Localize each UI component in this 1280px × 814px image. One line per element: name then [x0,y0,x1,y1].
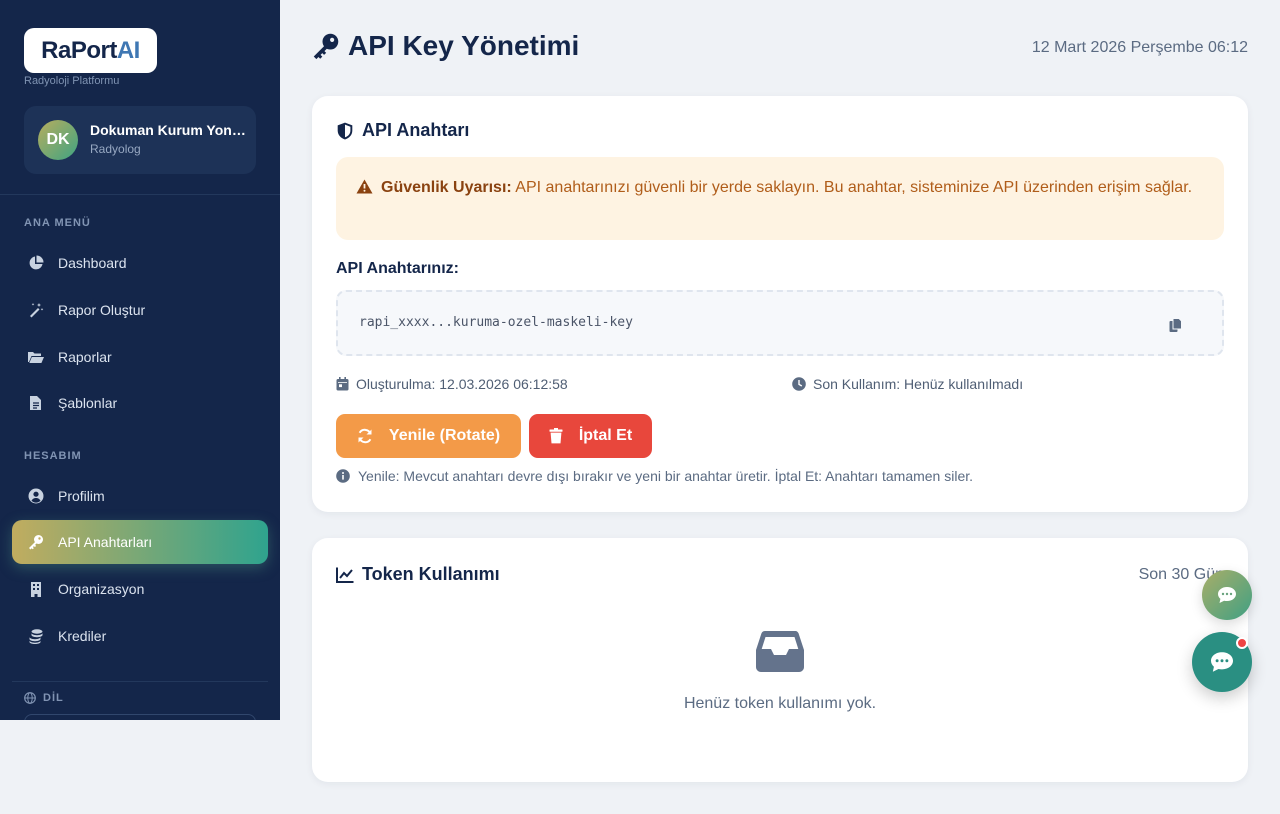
created-text: Oluşturulma: 12.03.2026 06:12:58 [356,376,568,392]
card-title-text: API Anahtarı [362,120,470,140]
sidebar-item-templates[interactable]: Şablonlar [12,381,268,425]
magic-wand-icon [26,300,46,320]
sidebar-divider [12,681,268,682]
user-card[interactable]: DK Dokuman Kurum Yonetici Radyolog [24,106,256,174]
api-key-value: rapi_xxxx...kuruma-ozel-maskeli-key [359,315,633,330]
folder-open-icon [26,347,46,367]
card-title: Token Kullanımı [336,564,500,585]
security-alert: Güvenlik Uyarısı: API anahtarınızı güven… [336,157,1224,240]
user-role: Radyolog [90,142,141,156]
logo-accent-text: AI [116,36,141,64]
logo-text: RaPort [41,36,117,64]
user-circle-icon [26,486,46,506]
calendar-icon [336,377,349,391]
refresh-icon [357,428,373,444]
logo-subtitle: Radyoloji Platformu [24,75,120,87]
section-main-menu: ANA MENÜ [24,217,91,229]
page-title: API Key Yönetimi [312,30,579,62]
sidebar-item-credits[interactable]: Krediler [12,614,268,658]
key-icon [26,532,46,552]
sidebar: RaPort AI Radyoloji Platformu DK Dokuman … [0,0,280,720]
chat-bubble-icon [1209,651,1235,673]
language-section: DİL [24,692,64,704]
sidebar-item-label: Krediler [58,628,107,644]
file-alt-icon [26,393,46,413]
app-logo[interactable]: RaPort AI [24,28,157,73]
notification-badge [1236,637,1248,649]
shield-icon [336,122,354,140]
current-date: 12 Mart 2026 Perşembe 06:12 [1031,39,1248,56]
key-icon [312,32,340,60]
chat-button[interactable] [1192,632,1252,692]
sidebar-item-reports[interactable]: Raporlar [12,335,268,379]
sidebar-item-label: API Anahtarları [58,534,153,550]
sidebar-item-label: Raporlar [58,349,112,365]
api-key-field[interactable]: rapi_xxxx...kuruma-ozel-maskeli-key [336,290,1224,356]
inbox-icon [756,630,804,677]
sidebar-item-profile[interactable]: Profilim [12,474,268,518]
hint-text: Yenile: Mevcut anahtarı devre dışı bırak… [358,468,974,484]
empty-state-text: Henüz token kullanımı yok. [683,695,877,712]
key-label: API Anahtarınız: [336,260,459,277]
copy-icon[interactable] [1169,318,1182,338]
comment-dots-icon [1217,586,1237,604]
created-info: Oluşturulma: 12.03.2026 06:12:58 [336,376,568,392]
sidebar-item-dashboard[interactable]: Dashboard [12,241,268,285]
globe-icon [24,692,36,704]
revoke-key-button[interactable]: İptal Et [529,414,652,458]
warning-icon [356,177,373,203]
sidebar-divider [0,194,280,195]
last-used-text: Son Kullanım: Henüz kullanılmadı [813,376,1024,392]
last-used-info: Son Kullanım: Henüz kullanılmadı [792,376,1023,392]
card-title-text: Token Kullanımı [362,564,500,584]
building-icon [26,579,46,599]
token-usage-card: Token Kullanımı Son 30 Gün Henüz token k… [312,538,1248,782]
trash-icon [549,428,563,444]
info-icon [336,469,350,483]
page-title-text: API Key Yönetimi [348,30,580,61]
alert-text: API anahtarınızı güvenli bir yerde sakla… [515,179,1193,196]
feedback-button[interactable] [1202,570,1252,620]
rotate-label: Yenile (Rotate) [388,427,501,444]
sidebar-item-api-keys[interactable]: API Anahtarları [12,520,268,564]
sidebar-item-label: Dashboard [58,255,127,271]
sidebar-item-create-report[interactable]: Rapor Oluştur [12,288,268,332]
sidebar-item-label: Organizasyon [58,581,145,597]
user-name: Dokuman Kurum Yonetici [90,122,250,138]
section-account: HESABIM [24,450,82,462]
rotate-key-button[interactable]: Yenile (Rotate) [336,414,521,458]
action-hint: Yenile: Mevcut anahtarı devre dışı bırak… [336,468,973,484]
sidebar-item-label: Profilim [58,488,105,504]
avatar: DK [38,120,78,160]
alert-title: Güvenlik Uyarısı: [381,179,512,196]
coins-icon [26,626,46,646]
language-label: DİL [43,692,64,704]
chart-pie-icon [26,253,46,273]
clock-icon [792,377,806,391]
line-chart-icon [336,567,354,583]
revoke-label: İptal Et [578,427,633,444]
api-key-card: API Anahtarı Güvenlik Uyarısı: API anaht… [312,96,1248,512]
sidebar-item-organization[interactable]: Organizasyon [12,567,268,611]
card-title: API Anahtarı [336,120,469,141]
sidebar-item-label: Rapor Oluştur [58,302,146,318]
language-select[interactable] [24,714,256,720]
sidebar-item-label: Şablonlar [58,395,118,411]
